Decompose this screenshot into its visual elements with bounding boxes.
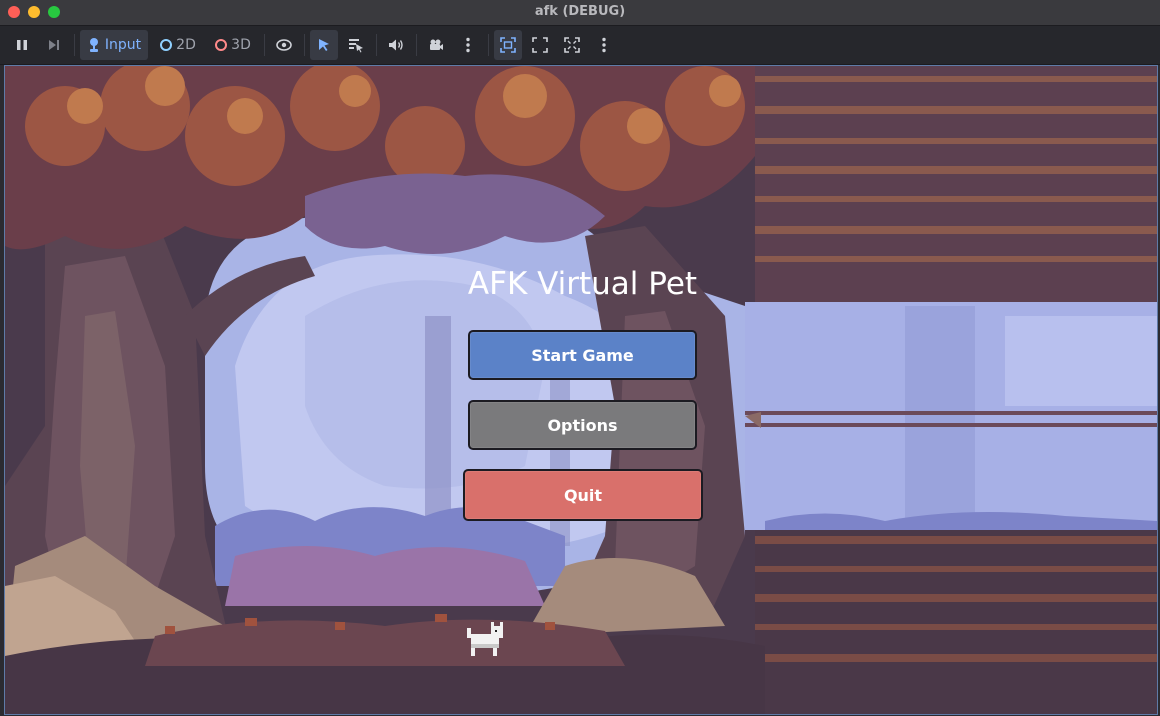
game-window: afk (DEBUG) Input 2D 3D AFK Virtual Pet …	[0, 0, 1160, 716]
forest-background	[5, 66, 1157, 714]
viewport-options-button[interactable]	[590, 30, 618, 60]
mode-2d-button[interactable]: 2D	[154, 30, 202, 60]
game-title: AFK Virtual Pet	[467, 266, 698, 302]
toolbar-divider	[376, 34, 377, 56]
toolbar-divider	[264, 34, 265, 56]
camera-options-button[interactable]	[454, 30, 482, 60]
speaker-icon	[389, 39, 403, 51]
select-tool-button[interactable]	[310, 30, 338, 60]
input-mode-label: Input	[104, 37, 142, 53]
fullscreen-button[interactable]	[558, 30, 586, 60]
kebab-menu-icon	[602, 37, 606, 53]
toolbar-divider	[74, 34, 75, 56]
window-title: afk (DEBUG)	[534, 4, 626, 19]
debug-toolbar: Input 2D 3D	[0, 26, 1160, 65]
mode-3d-label: 3D	[231, 37, 251, 53]
next-frame-button[interactable]	[40, 30, 68, 60]
options-button[interactable]: Options	[468, 400, 697, 450]
fullscreen-icon	[564, 37, 580, 53]
mode-2d-label: 2D	[176, 37, 196, 53]
visibility-button[interactable]	[270, 30, 298, 60]
camera-icon	[430, 39, 443, 50]
embed-game-button[interactable]	[494, 30, 522, 60]
embed-frame-icon	[500, 37, 516, 53]
list-cursor-icon	[349, 39, 363, 53]
circle-2d-icon	[160, 39, 173, 51]
pause-button[interactable]	[8, 30, 36, 60]
kebab-menu-icon	[466, 37, 470, 53]
camera-override-button[interactable]	[422, 30, 450, 60]
audio-button[interactable]	[382, 30, 410, 60]
pause-icon	[17, 40, 27, 50]
quit-button[interactable]: Quit	[463, 469, 703, 521]
toolbar-divider	[488, 34, 489, 56]
input-mode-button[interactable]: Input	[80, 30, 148, 60]
list-select-button[interactable]	[342, 30, 370, 60]
circle-3d-icon	[215, 39, 228, 51]
title-bar: afk (DEBUG)	[0, 0, 1160, 26]
toolbar-divider	[304, 34, 305, 56]
start-game-button[interactable]: Start Game	[468, 330, 697, 380]
game-viewport[interactable]: AFK Virtual Pet Start Game Options Quit	[4, 65, 1158, 715]
cursor-arrow-icon	[319, 39, 329, 51]
mode-3d-button[interactable]: 3D	[209, 30, 257, 60]
joystick-icon	[89, 38, 98, 52]
eye-icon	[276, 39, 292, 51]
expand-icon	[532, 37, 548, 53]
toolbar-divider	[416, 34, 417, 56]
next-frame-icon	[49, 40, 59, 50]
fit-viewport-button[interactable]	[526, 30, 554, 60]
